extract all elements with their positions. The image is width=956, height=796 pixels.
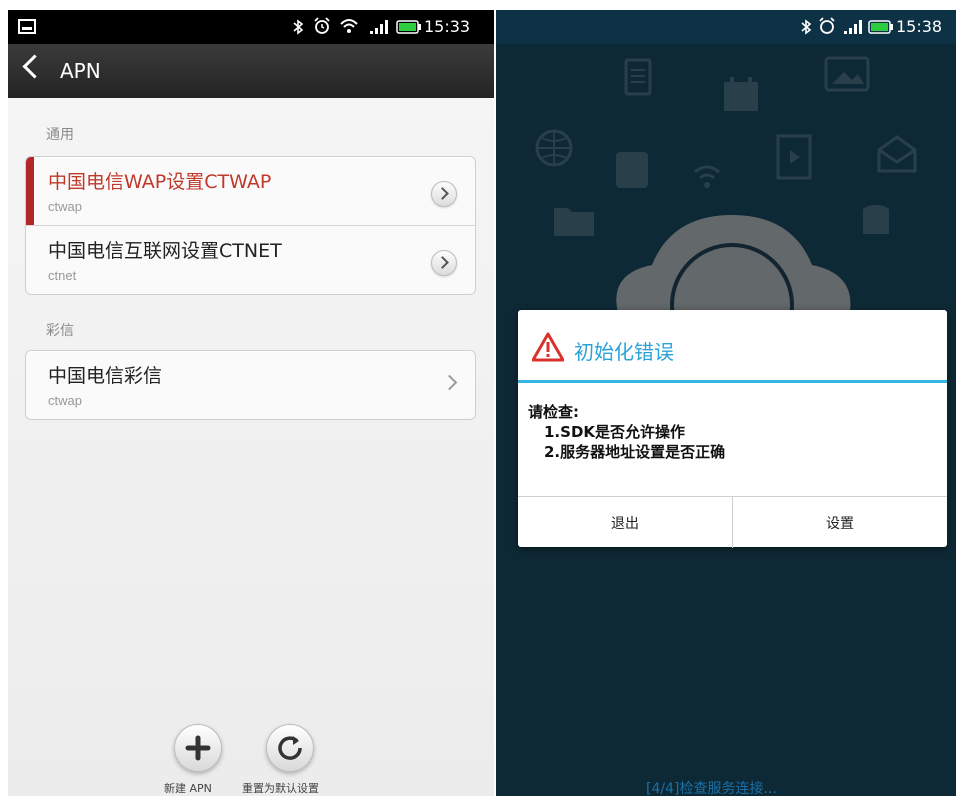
reset-default-label: 重置为默认设置 xyxy=(242,782,319,795)
page-title: APN xyxy=(60,59,101,83)
exit-button[interactable]: 退出 xyxy=(518,497,732,548)
section-label-general: 通用 xyxy=(46,127,74,143)
add-apn-button[interactable] xyxy=(174,724,222,772)
detail-arrow-icon[interactable] xyxy=(431,181,457,207)
apn-value: ctwap xyxy=(48,199,82,214)
error-dialog: 初始化错误 请检查: 1.SDK是否允许操作 2.服务器地址设置是否正确 退出 … xyxy=(518,310,947,548)
reset-default-button[interactable] xyxy=(266,724,314,772)
status-time: 15:33 xyxy=(424,17,471,36)
title-bar: APN xyxy=(8,44,494,98)
wifi-icon xyxy=(340,19,358,33)
warning-icon xyxy=(532,332,564,362)
apn-item-mms[interactable]: 中国电信彩信 ctwap xyxy=(26,351,475,419)
apn-list-mms: 中国电信彩信 ctwap xyxy=(25,350,476,420)
apn-name: 中国电信彩信 xyxy=(48,365,163,387)
bluetooth-icon xyxy=(293,19,304,35)
status-bar: 15:33 xyxy=(8,10,494,44)
dialog-button-row: 退出 设置 xyxy=(518,496,947,548)
apn-item-ctnet[interactable]: 中国电信互联网设置CTNET ctnet xyxy=(26,225,475,294)
bluetooth-icon xyxy=(801,19,812,35)
battery-icon xyxy=(396,20,421,34)
signal-icon xyxy=(370,20,388,34)
section-label-mms: 彩信 xyxy=(46,323,74,339)
apn-value: ctwap xyxy=(48,393,82,408)
plus-icon xyxy=(185,735,211,761)
message-line: 1.SDK是否允许操作 xyxy=(544,423,686,441)
loading-status: [4/4]检查服务连接... xyxy=(646,781,777,796)
app-init-screen: 15:38 初始化错误 请检查: 1.SDK是否允许操作 2.服务器地址设置是否… xyxy=(496,10,956,796)
refresh-icon xyxy=(278,736,302,760)
alarm-icon xyxy=(819,17,835,34)
signal-icon xyxy=(844,20,862,34)
apn-item-ctwap[interactable]: 中国电信WAP设置CTWAP ctwap xyxy=(26,157,475,225)
status-time: 15:38 xyxy=(896,17,943,36)
back-arrow-icon[interactable] xyxy=(22,54,47,79)
dialog-divider xyxy=(518,380,947,383)
apn-name: 中国电信WAP设置CTWAP xyxy=(48,171,272,193)
dialog-title: 初始化错误 xyxy=(574,340,674,364)
message-line: 请检查: xyxy=(528,403,579,421)
apn-list-general: 中国电信WAP设置CTWAP ctwap 中国电信互联网设置CTNET ctne… xyxy=(25,156,476,295)
message-line: 2.服务器地址设置是否正确 xyxy=(544,443,726,461)
chevron-right-icon xyxy=(441,374,458,391)
apn-settings-screen: 15:33 APN 通用 中国电信WAP设置CTWAP ctwap 中国电信互联… xyxy=(8,10,494,796)
status-bar: 15:38 xyxy=(496,10,956,44)
apn-name: 中国电信互联网设置CTNET xyxy=(48,240,282,262)
image-icon xyxy=(18,19,36,34)
detail-arrow-icon[interactable] xyxy=(431,250,457,276)
dialog-message: 请检查: 1.SDK是否允许操作 2.服务器地址设置是否正确 xyxy=(528,402,725,462)
add-apn-label: 新建 APN xyxy=(164,782,212,795)
settings-button[interactable]: 设置 xyxy=(733,497,947,548)
battery-icon xyxy=(868,20,893,34)
alarm-icon xyxy=(314,17,330,34)
apn-value: ctnet xyxy=(48,268,77,283)
